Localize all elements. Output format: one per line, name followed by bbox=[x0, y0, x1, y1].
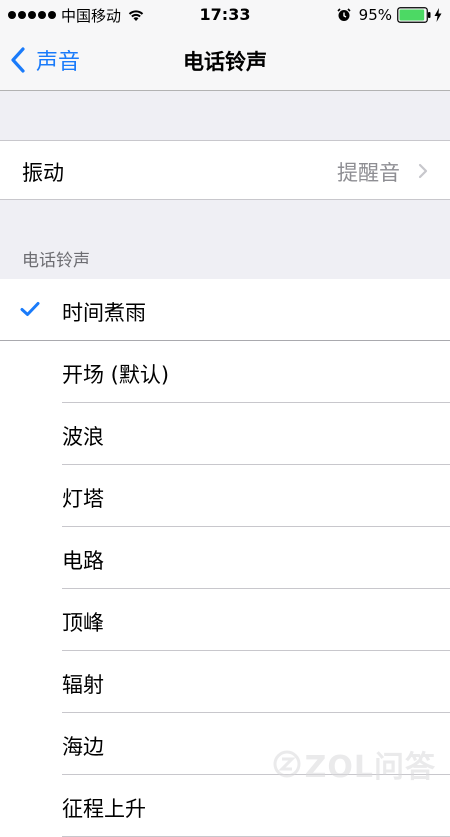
vibration-label: 振动 bbox=[22, 161, 64, 185]
section-header: 电话铃声 bbox=[22, 251, 90, 271]
ringtone-item[interactable]: 灯塔 bbox=[0, 465, 450, 527]
watermark-text: ZOL问答 bbox=[304, 750, 436, 785]
ringtone-label: 顶峰 bbox=[62, 611, 104, 635]
battery-icon bbox=[397, 7, 431, 23]
alarm-icon bbox=[337, 8, 351, 21]
page-title: 电话铃声 bbox=[183, 50, 267, 74]
zol-logo-icon bbox=[273, 750, 301, 778]
ringtone-label: 开场 (默认) bbox=[62, 363, 170, 387]
ringtone-item[interactable]: 开场 (默认) bbox=[0, 341, 450, 403]
ringtone-label: 征程上升 bbox=[62, 797, 146, 821]
ringtone-item[interactable]: 电路 bbox=[0, 527, 450, 589]
vibration-row[interactable]: 振动 提醒音 bbox=[0, 140, 450, 200]
battery-percent: 95% bbox=[358, 6, 392, 24]
ringtone-item[interactable]: 顶峰 bbox=[0, 589, 450, 651]
checkmark-icon bbox=[20, 302, 40, 316]
ringtone-label: 波浪 bbox=[62, 425, 104, 449]
ringtone-item[interactable]: 辐射 bbox=[0, 651, 450, 713]
chevron-right-icon bbox=[418, 163, 428, 179]
status-right: 95% bbox=[337, 5, 442, 25]
ringtone-label: 海边 bbox=[62, 735, 104, 759]
charging-icon bbox=[434, 8, 442, 22]
status-bar: 中国移动 17:33 95% bbox=[0, 0, 450, 30]
vibration-value: 提醒音 bbox=[337, 161, 400, 185]
ringtone-item-selected[interactable]: 时间煮雨 bbox=[0, 279, 450, 341]
ringtone-label: 灯塔 bbox=[62, 487, 104, 511]
ringtone-item[interactable]: 波浪 bbox=[0, 403, 450, 465]
watermark: ZOL问答 bbox=[273, 742, 436, 786]
ringtone-label: 电路 bbox=[62, 549, 104, 573]
navigation-bar: 声音 电话铃声 bbox=[0, 30, 450, 91]
ringtone-label: 时间煮雨 bbox=[62, 301, 146, 325]
ringtone-label: 辐射 bbox=[62, 673, 104, 697]
